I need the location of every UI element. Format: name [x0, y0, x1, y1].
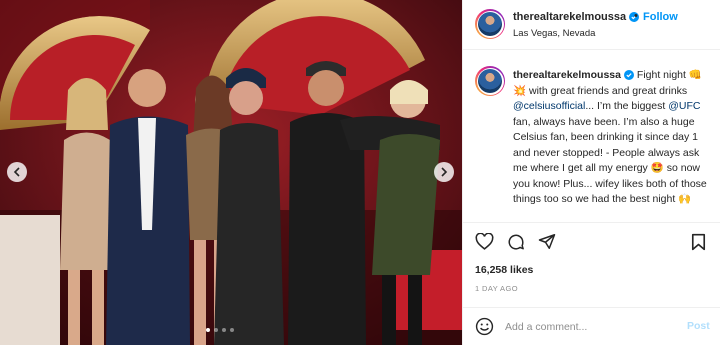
mention-ufc[interactable]: @UFC [668, 100, 700, 112]
post-timestamp[interactable]: 1 DAY AGO [475, 284, 518, 293]
location-link[interactable]: Las Vegas, Nevada [513, 28, 595, 39]
header-separator: • [634, 10, 638, 22]
comment-input[interactable] [505, 318, 673, 336]
post-caption: therealtarekelmoussa Fight night 👊 💥 wit… [513, 68, 715, 208]
carousel-dot [206, 328, 210, 332]
header-username[interactable]: therealtarekelmoussa [513, 11, 640, 23]
post-sidebar: therealtarekelmoussa • Follow Las Vegas,… [462, 0, 720, 345]
bookmark-icon[interactable] [691, 233, 706, 251]
caption-username[interactable]: therealtarekelmoussa [513, 69, 621, 81]
caption-text-3: fan, always have been. I’m also a huge C… [513, 115, 707, 206]
caption-avatar[interactable] [475, 66, 505, 96]
carousel-next-button[interactable] [434, 162, 454, 182]
action-bar [463, 222, 720, 258]
comment-bubble-icon[interactable] [507, 233, 525, 251]
mention-celsius[interactable]: @celsiusofficial [513, 100, 585, 112]
verified-badge-icon [623, 70, 634, 80]
carousel-dot [222, 328, 226, 332]
follow-button[interactable]: Follow [643, 11, 678, 23]
post-header: therealtarekelmoussa • Follow Las Vegas,… [463, 0, 720, 50]
caption-text-2: ... I’m the biggest [585, 100, 669, 112]
chevron-left-icon [13, 167, 20, 177]
avatar[interactable] [475, 9, 505, 39]
smiley-icon[interactable] [475, 317, 494, 336]
instagram-post: therealtarekelmoussa • Follow Las Vegas,… [0, 0, 720, 345]
carousel-prev-button[interactable] [7, 162, 27, 182]
carousel-indicator [206, 328, 234, 332]
carousel-dot [214, 328, 218, 332]
carousel-dot [230, 328, 234, 332]
chevron-right-icon [441, 167, 448, 177]
comment-bar: Post [463, 307, 720, 345]
heart-icon[interactable] [475, 233, 494, 250]
post-comment-button[interactable]: Post [687, 320, 710, 332]
username-text[interactable]: therealtarekelmoussa [513, 11, 626, 23]
like-count[interactable]: 16,258 likes [475, 264, 533, 276]
post-photo[interactable] [0, 0, 462, 345]
photo-scene [0, 0, 462, 345]
paper-plane-icon[interactable] [538, 233, 556, 250]
